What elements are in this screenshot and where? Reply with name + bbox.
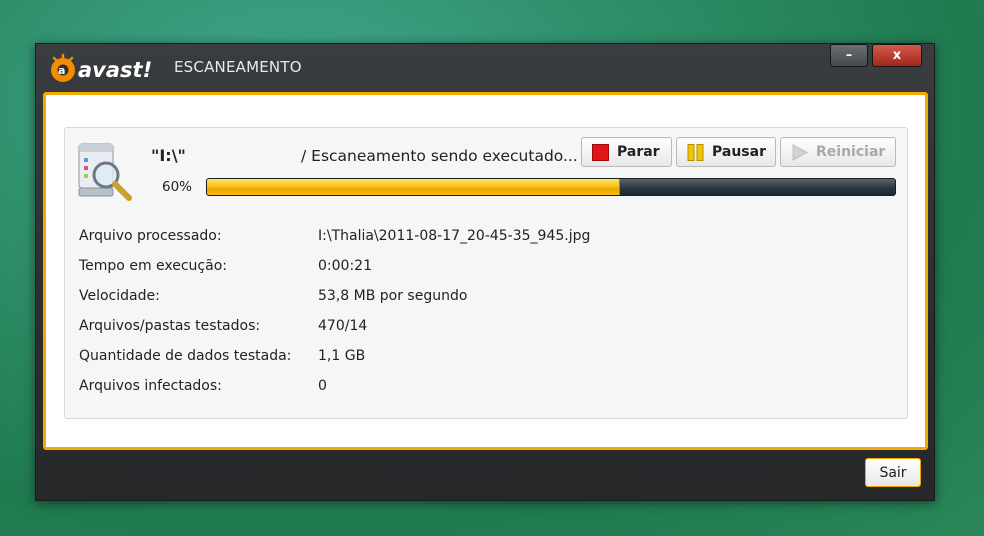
restart-button-label: Reiniciar (816, 144, 886, 160)
scan-box: "I:\" / Escaneamento sendo executado... … (64, 127, 908, 419)
detail-label-infected-files: Arquivos infectados: (79, 378, 222, 394)
detail-value-elapsed-time: 0:00:21 (318, 258, 372, 274)
stop-button[interactable]: Parar (581, 137, 672, 167)
detail-value-speed: 53,8 MB por segundo (318, 288, 468, 304)
detail-value-infected-files: 0 (318, 378, 327, 394)
detail-label-elapsed-time: Tempo em execução: (79, 258, 227, 274)
progress-bar (206, 178, 896, 196)
exit-button[interactable]: Sair (865, 458, 921, 487)
window-title: ESCANEAMENTO (174, 58, 302, 76)
restart-button[interactable]: Reiniciar (780, 137, 896, 167)
stop-icon (592, 143, 609, 161)
detail-label-files-tested: Arquivos/pastas testados: (79, 318, 261, 334)
detail-value-processed-file: I:\Thalia\2011-08-17_20-45-35_945.jpg (318, 228, 591, 244)
pause-button-label: Pausar (712, 144, 766, 160)
progress-percent: 60% (162, 179, 193, 195)
stop-button-label: Parar (617, 144, 660, 160)
scan-status: / Escaneamento sendo executado... (301, 147, 578, 165)
detail-label-data-tested: Quantidade de dados testada: (79, 348, 292, 364)
scan-target-drive: "I:\" (151, 146, 186, 165)
magnifier-drive-icon (78, 143, 132, 201)
svg-text:a: a (58, 64, 65, 77)
close-icon: x (892, 48, 902, 63)
play-icon (792, 143, 808, 161)
pause-button[interactable]: Pausar (676, 137, 776, 167)
logo-wordmark: avast! (78, 58, 152, 82)
detail-value-data-tested: 1,1 GB (318, 348, 366, 364)
minimize-button[interactable]: – (830, 44, 868, 67)
pause-icon (687, 143, 704, 161)
exit-button-label: Sair (879, 464, 907, 481)
detail-value-files-tested: 470/14 (318, 318, 368, 334)
avast-logo: a avast! (51, 53, 152, 82)
content-panel: "I:\" / Escaneamento sendo executado... … (43, 92, 928, 450)
close-button[interactable]: x (872, 44, 922, 67)
detail-label-processed-file: Arquivo processado: (79, 228, 222, 244)
scan-window: a avast! ESCANEAMENTO – x "I:\" / Escane… (35, 43, 935, 501)
minimize-icon: – (845, 48, 853, 63)
progress-bar-fill (207, 179, 620, 195)
detail-label-speed: Velocidade: (79, 288, 160, 304)
